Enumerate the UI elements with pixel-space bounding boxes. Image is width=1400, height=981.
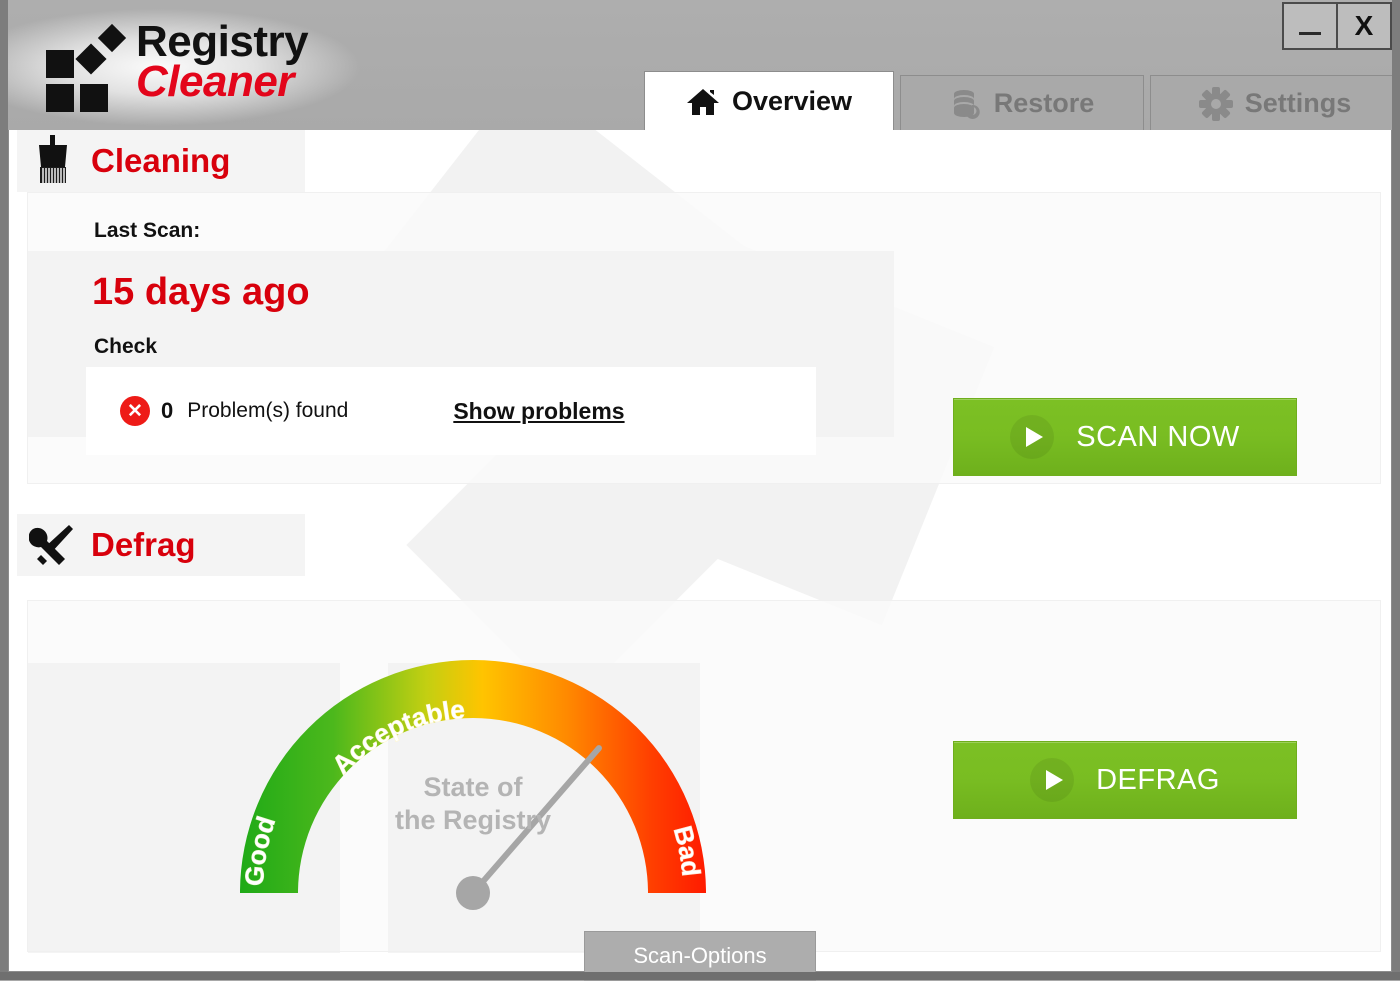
play-icon bbox=[1010, 415, 1055, 459]
window-right-edge bbox=[1392, 0, 1400, 980]
database-restore-icon bbox=[950, 88, 982, 120]
window-left-edge bbox=[0, 0, 8, 980]
content-area: Cleaning Last Scan: 15 days ago Check ✕ … bbox=[8, 130, 1392, 972]
defrag-title: Defrag bbox=[91, 526, 196, 563]
cleaning-title: Cleaning bbox=[91, 142, 231, 179]
home-icon bbox=[686, 87, 720, 117]
tab-overview-label: Overview bbox=[731, 86, 853, 116]
gauge-center-line1: State of bbox=[423, 772, 523, 802]
scan-now-label: SCAN NOW bbox=[1076, 420, 1240, 453]
gauge-center-line2: the Registry bbox=[394, 804, 552, 835]
defrag-section-header: Defrag bbox=[9, 514, 1391, 576]
tools-icon bbox=[27, 521, 79, 569]
cleaning-panel: Last Scan: 15 days ago Check ✕ 0 Problem… bbox=[27, 192, 1381, 484]
brush-icon bbox=[27, 135, 79, 187]
cleaning-section-header: Cleaning bbox=[9, 130, 1391, 192]
registry-state-gauge: Acceptable Good Bad State of the Registr… bbox=[218, 631, 728, 931]
window-controls: X bbox=[1282, 2, 1392, 50]
window-bottom-edge bbox=[0, 972, 1400, 980]
app-window: Registry Cleaner X Overview Restore Sett… bbox=[0, 0, 1400, 981]
app-logo: Registry Cleaner bbox=[44, 20, 376, 114]
tab-overview[interactable]: Overview bbox=[644, 71, 894, 131]
tab-restore-label: Restore bbox=[993, 88, 1095, 118]
logo-mark-icon bbox=[44, 23, 134, 112]
gauge-pivot bbox=[456, 876, 490, 910]
defrag-button[interactable]: DEFRAG bbox=[953, 741, 1297, 819]
tab-settings-label: Settings bbox=[1244, 88, 1352, 118]
check-label: Check bbox=[94, 335, 158, 358]
defrag-panel: Acceptable Good Bad State of the Registr… bbox=[27, 600, 1381, 953]
problem-text: Problem(s) found bbox=[187, 399, 349, 422]
show-problems-link[interactable]: Show problems bbox=[453, 398, 624, 425]
error-x-icon: ✕ bbox=[120, 396, 150, 426]
problems-row: ✕ 0 Problem(s) found Show problems bbox=[86, 367, 816, 455]
tab-restore[interactable]: Restore bbox=[900, 75, 1144, 131]
last-scan-label: Last Scan: bbox=[94, 219, 201, 242]
minimize-icon bbox=[1299, 31, 1321, 35]
scan-now-button[interactable]: SCAN NOW bbox=[953, 398, 1297, 476]
title-bar: Registry Cleaner X Overview Restore Sett… bbox=[0, 0, 1400, 131]
logo-line-cleaner: Cleaner bbox=[136, 57, 294, 106]
gauge-center-label: State of the Registry bbox=[218, 771, 728, 837]
tab-bar: Overview Restore Settings bbox=[644, 71, 1400, 131]
play-icon bbox=[1030, 758, 1075, 802]
minimize-button[interactable] bbox=[1282, 2, 1337, 50]
close-button[interactable]: X bbox=[1337, 2, 1392, 50]
logo-wordmark: Registry Cleaner bbox=[136, 20, 376, 104]
gear-icon bbox=[1198, 86, 1233, 121]
problem-count: 0 bbox=[161, 398, 174, 423]
last-scan-value: 15 days ago bbox=[92, 271, 310, 313]
tab-settings[interactable]: Settings bbox=[1150, 75, 1400, 131]
defrag-button-label: DEFRAG bbox=[1096, 763, 1220, 796]
